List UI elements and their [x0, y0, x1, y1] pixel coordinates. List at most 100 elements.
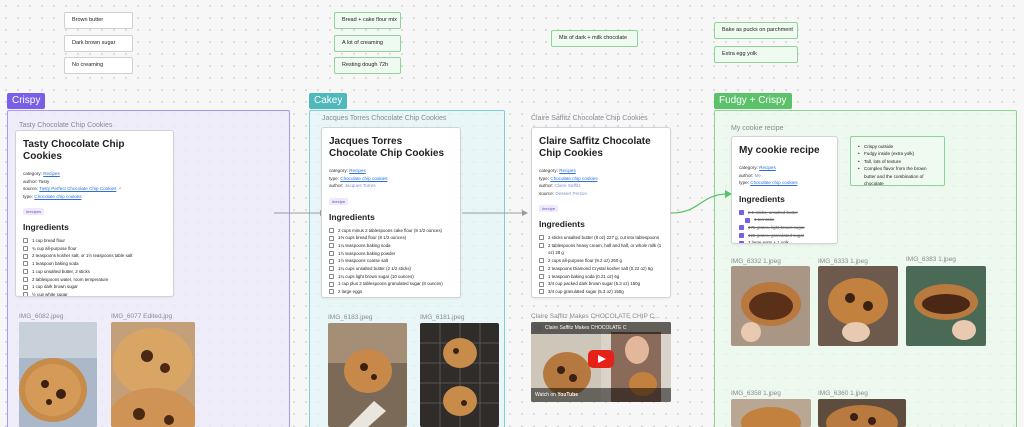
- tag-badge[interactable]: #recipes: [23, 208, 45, 215]
- ingredient-item: 1½ teaspoons baking powder: [329, 250, 453, 258]
- ingredient-text: 1 cup unsalted butter, 2 sticks: [32, 268, 90, 274]
- ingredients-heading: Ingredients: [23, 222, 69, 232]
- ingredient-checkbox[interactable]: [23, 284, 28, 290]
- ingredient-item: ½ cup white sugar: [23, 291, 166, 296]
- tag-badge[interactable]: #recipe: [329, 197, 349, 205]
- ingredient-checkbox[interactable]: [739, 232, 744, 238]
- ingredient-item: 1 cup dark brown sugar: [23, 283, 166, 291]
- source-link[interactable]: Tasty Perfect Chocolate Chip Cookies: [39, 186, 116, 191]
- ingredient-checkbox[interactable]: [329, 297, 334, 298]
- ingredient-checkbox[interactable]: [23, 292, 28, 296]
- ingredient-checkbox[interactable]: [539, 281, 544, 287]
- ingredient-item: 2 tablespoons heavy cream, half and half…: [539, 242, 663, 257]
- ingredient-checkbox[interactable]: [745, 217, 750, 223]
- type-link[interactable]: Chocolate chip cookies: [550, 176, 597, 181]
- ingredient-checkbox[interactable]: [23, 253, 28, 259]
- ingredient-checkbox[interactable]: [539, 273, 544, 279]
- ingredient-item: 2.5 sticks, unsalted butter: [739, 209, 830, 217]
- ingredient-item: 1¼ cups light brown sugar (10 ounces): [329, 273, 453, 281]
- ingredient-item: ¾ cup all-purpose flour: [23, 245, 166, 253]
- image-label: IMG_6358 1.jpeg: [731, 390, 781, 397]
- ingredient-checkbox[interactable]: [23, 261, 28, 267]
- type-link[interactable]: Chocolate chip cookies: [750, 180, 797, 185]
- ingredient-item: 2 cups all-purpose flour (9.2 oz) 260 g: [539, 257, 663, 265]
- watch-on-youtube[interactable]: Watch on YouTube: [535, 392, 578, 398]
- ingredient-checkbox[interactable]: [23, 238, 28, 244]
- tag-badge[interactable]: #recipe: [539, 205, 559, 212]
- ingredient-item: 2 teaspoons natural vanilla extract: [329, 296, 453, 298]
- ingredient-checkbox[interactable]: [539, 296, 544, 297]
- ingredient-list: 2.5 sticks, unsalted butter 1 tea cake 375…: [739, 209, 830, 243]
- ingredient-checkbox[interactable]: [23, 246, 28, 251]
- ingredients-heading: Ingredients: [539, 219, 585, 229]
- ingredient-item: 3/4 cup packed dark brown sugar (5.3 oz)…: [539, 280, 663, 288]
- recipe-card-claire-saffitz[interactable]: Claire Saffitz Chocolate Chip Cookies ca…: [531, 127, 671, 298]
- ingredient-checkbox[interactable]: [329, 289, 334, 295]
- ingredients-heading: Ingredients: [329, 211, 375, 222]
- ingredient-text: 1¼ cups light brown sugar (10 ounces): [338, 273, 414, 279]
- cookie-photo[interactable]: [818, 399, 906, 427]
- video-title: Claire Saffitz Makes CHOCOLATE C: [545, 325, 627, 331]
- ingredient-checkbox[interactable]: [329, 227, 334, 233]
- play-button-icon[interactable]: [588, 350, 614, 368]
- ingredient-checkbox[interactable]: [539, 289, 544, 295]
- ingredient-checkbox[interactable]: [739, 240, 744, 243]
- ingredient-checkbox[interactable]: [539, 258, 544, 264]
- ingredient-text: 2 cups all-purpose flour (9.2 oz) 260 g: [548, 258, 622, 264]
- ingredient-checkbox[interactable]: [329, 266, 334, 272]
- category-link[interactable]: Recipes: [349, 168, 366, 173]
- cookie-photo[interactable]: [731, 399, 811, 427]
- cookie-photo[interactable]: [420, 323, 499, 427]
- video-embed[interactable]: Claire Saffitz Makes CHOCOLATE C Watch o…: [531, 322, 671, 402]
- card-meta: category: Recipes type: Chocolate chip c…: [539, 168, 598, 196]
- category-link[interactable]: Recipes: [559, 168, 576, 173]
- cookie-photo[interactable]: [111, 322, 195, 427]
- ingredient-text: 1⅔ cups bread flour (8 1/2 ounces): [338, 235, 407, 241]
- recipe-card-tasty[interactable]: Tasty Chocolate Chip Cookies category: R…: [15, 130, 174, 297]
- cookie-photo[interactable]: [731, 266, 810, 346]
- ingredient-item: 1 teaspoon baking soda: [23, 260, 166, 268]
- ingredient-checkbox[interactable]: [23, 269, 28, 275]
- ingredient-checkbox[interactable]: [329, 235, 334, 241]
- cookie-photo[interactable]: [818, 266, 898, 346]
- ingredient-text: 1 teaspoon baking soda (0.21 oz) 6g: [548, 273, 620, 279]
- card-heading: My cookie recipe: [739, 145, 820, 156]
- ingredient-checkbox[interactable]: [539, 235, 544, 241]
- image-label: IMG_6332 1.jpeg: [731, 258, 781, 265]
- ingredient-item: 3/4 cup granulated sugar (5.3 oz) 150g: [539, 288, 663, 296]
- ingredient-item: 125 grams, granulated sugar: [739, 232, 830, 240]
- ingredient-checkbox[interactable]: [329, 281, 334, 287]
- ingredient-checkbox[interactable]: [739, 209, 744, 215]
- cookie-photo[interactable]: [906, 266, 986, 346]
- ingredient-checkbox[interactable]: [329, 243, 334, 249]
- ingredient-item: 2 large eggs (3.5 oz/100g), cold from th…: [539, 296, 663, 298]
- ingredient-checkbox[interactable]: [329, 258, 334, 264]
- image-label: IMG_6360 1.jpeg: [818, 390, 868, 397]
- ingredient-text: 1 tea cake: [754, 217, 775, 223]
- category-link[interactable]: Recipes: [43, 171, 60, 176]
- image-label: IMG_6333 1.jpeg: [818, 258, 868, 265]
- ingredient-checkbox[interactable]: [329, 250, 334, 256]
- ingredient-checkbox[interactable]: [23, 276, 28, 282]
- recipe-card-my-cookie[interactable]: My cookie recipe category: Recipes autho…: [731, 136, 838, 244]
- ingredient-text: 2 cups minus 2 tablespoons cake flour (8…: [338, 227, 442, 233]
- ingredient-item: 1 cup unsalted butter, 2 sticks: [23, 268, 166, 276]
- ingredient-text: 1¼ teaspoons baking soda: [338, 242, 391, 248]
- notes-card[interactable]: Crispy outsideFudgy inside (extra yolk)T…: [850, 136, 945, 186]
- ingredient-checkbox[interactable]: [329, 274, 334, 280]
- type-link[interactable]: Chocolate chip cookies: [340, 176, 387, 181]
- ingredient-item: 1¼ teaspoons baking soda: [329, 242, 453, 250]
- cookie-photo[interactable]: [328, 323, 407, 427]
- ingredient-item: 1½ teaspoons coarse salt: [329, 257, 453, 265]
- ingredient-checkbox[interactable]: [739, 225, 744, 231]
- category-link[interactable]: Recipes: [759, 165, 776, 170]
- type-link[interactable]: Chocolate chip cookies: [34, 194, 81, 199]
- ingredient-text: 2 sticks unsalted butter (8 oz) 227 g, c…: [548, 235, 660, 240]
- ingredient-text: 2.5 sticks, unsalted butter: [748, 209, 798, 215]
- recipe-card-jacques-torres[interactable]: Jacques Torres Chocolate Chip Cookies ca…: [321, 127, 461, 298]
- card-heading: Jacques Torres Chocolate Chip Cookies: [329, 136, 445, 159]
- ingredient-checkbox[interactable]: [539, 266, 544, 272]
- ingredient-item: 2 cups minus 2 tablespoons cake flour (8…: [329, 227, 453, 235]
- cookie-photo[interactable]: [19, 322, 97, 427]
- ingredient-checkbox[interactable]: [539, 243, 544, 248]
